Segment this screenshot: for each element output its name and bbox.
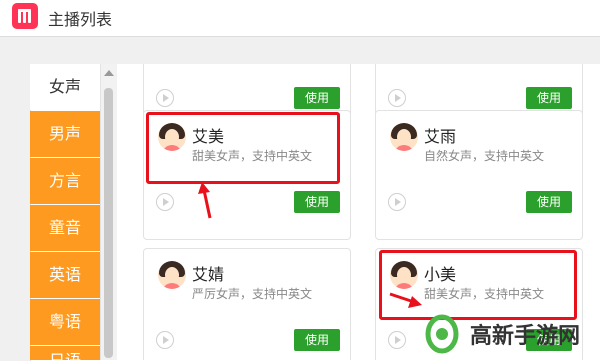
voice-card: 使用 — [375, 64, 583, 116]
use-button[interactable]: 使用 — [294, 329, 340, 351]
voice-card: 使用 — [143, 64, 351, 116]
voice-description: 自然女声，支持中英文 — [424, 149, 545, 163]
voice-description: 严厉女声，支持中英文 — [192, 287, 313, 301]
sidebar-item-dialect[interactable]: 方言 — [30, 158, 100, 204]
play-icon[interactable] — [388, 89, 406, 107]
title-bar: 主播列表 — [0, 0, 600, 37]
voice-name: 艾婧 — [192, 265, 225, 284]
app-logo-icon — [12, 3, 38, 29]
sidebar-item-male[interactable]: 男声 — [30, 111, 100, 157]
annotation-highlight-box — [146, 112, 340, 184]
use-button[interactable]: 使用 — [294, 191, 340, 213]
watermark-text: 高新手游网 — [470, 324, 581, 349]
annotation-arrow-icon — [198, 182, 212, 219]
scroll-thumb[interactable] — [104, 88, 113, 358]
play-icon[interactable] — [388, 331, 406, 349]
play-icon[interactable] — [388, 193, 406, 211]
use-button[interactable]: 使用 — [294, 87, 340, 109]
sidebar-item-female[interactable]: 女声 — [30, 64, 100, 110]
avatar-icon — [390, 123, 418, 151]
scrollbar[interactable] — [100, 64, 117, 360]
play-icon[interactable] — [156, 193, 174, 211]
sidebar-item-cantonese[interactable]: 粤语 — [30, 299, 100, 345]
window-title: 主播列表 — [48, 10, 113, 29]
play-icon[interactable] — [156, 331, 174, 349]
avatar-icon — [158, 261, 186, 289]
voice-name: 艾雨 — [424, 127, 457, 146]
watermark: 高新手游网 — [416, 308, 600, 360]
voice-card: 艾雨 自然女声，支持中英文 使用 — [375, 110, 583, 240]
play-icon[interactable] — [156, 89, 174, 107]
sidebar-item-child[interactable]: 童音 — [30, 205, 100, 251]
sidebar-item-english[interactable]: 英语 — [30, 252, 100, 298]
sidebar-item-japanese[interactable]: 日语 — [30, 346, 100, 360]
voice-card: 艾婧 严厉女声，支持中英文 使用 — [143, 248, 351, 360]
use-button[interactable]: 使用 — [526, 87, 572, 109]
use-button[interactable]: 使用 — [526, 191, 572, 213]
scroll-up-arrow-icon[interactable] — [104, 70, 114, 76]
watermark-logo-icon — [425, 314, 459, 354]
category-sidebar: 女声 男声 方言 童音 英语 粤语 日语 — [30, 64, 100, 360]
